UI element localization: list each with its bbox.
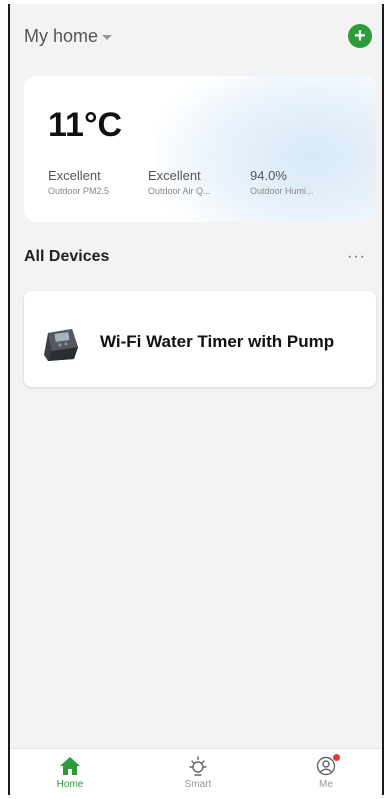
plus-icon: + [354, 25, 366, 47]
metric-value: Excellent [148, 168, 201, 183]
home-selector[interactable]: My home [24, 26, 113, 47]
water-timer-device-icon [44, 329, 78, 361]
metric-label: Outdoor Air Q... [148, 186, 211, 196]
tab-home-label: Home [56, 779, 84, 790]
caret-down-icon [102, 34, 113, 40]
tab-smart[interactable]: Smart [168, 755, 228, 790]
metric-humidity: 94.0% Outdoor Humi... [250, 168, 314, 196]
sun-icon [189, 756, 207, 776]
notification-badge [333, 754, 340, 761]
tab-me-label: Me [319, 779, 333, 790]
tab-home[interactable]: Home [40, 755, 100, 790]
weather-background [156, 76, 376, 222]
metric-value: 94.0% [250, 168, 287, 183]
metric-label: Outdoor Humi... [250, 186, 314, 196]
metric-value: Excellent [48, 168, 101, 183]
device-name: Wi-Fi Water Timer with Pump [100, 332, 335, 351]
app-frame: My home + 11°C Excellent Outdoor PM2.5 E… [8, 4, 384, 795]
temperature: 11°C [48, 106, 123, 144]
metric-pm25: Excellent Outdoor PM2.5 [48, 168, 109, 196]
device-card[interactable]: Wi-Fi Water Timer with Pump [24, 291, 376, 387]
metric-air-quality: Excellent Outdoor Air Q... [148, 168, 211, 196]
tab-smart-label: Smart [184, 779, 212, 790]
tab-bar: Home Smart Me [10, 748, 382, 795]
header: My home + [10, 22, 382, 58]
metric-label: Outdoor PM2.5 [48, 186, 110, 196]
more-options-button[interactable]: ··· [347, 248, 366, 266]
weather-card[interactable]: 11°C Excellent Outdoor PM2.5 Excellent O… [24, 76, 376, 222]
add-device-button[interactable]: + [348, 24, 372, 48]
home-selector-label: My home [24, 26, 99, 46]
tab-me[interactable]: Me [296, 754, 356, 790]
section-title: All Devices [24, 248, 110, 265]
home-icon [60, 757, 80, 775]
